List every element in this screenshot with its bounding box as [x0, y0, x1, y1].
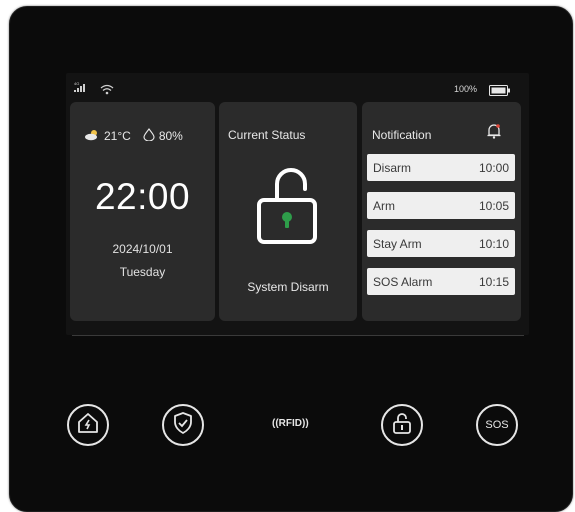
notification-item[interactable]: Arm 10:05	[367, 192, 515, 219]
notification-event: SOS Alarm	[373, 274, 433, 289]
notification-time: 10:15	[478, 274, 509, 289]
humidity: 80%	[158, 129, 183, 143]
sos-icon: SOS	[485, 419, 509, 431]
notification-title: Notification	[372, 128, 432, 142]
home-arm-button[interactable]	[67, 404, 109, 446]
network-type: 4G	[74, 81, 79, 86]
notification-card: Notification Disarm 10:00 Arm 10:05 Stay…	[362, 102, 521, 321]
status-card: Current Status System Disarm	[219, 102, 357, 321]
notification-event: Stay Arm	[373, 236, 422, 251]
notification-item[interactable]: Stay Arm 10:10	[367, 230, 515, 257]
unlock-icon	[255, 160, 321, 251]
temperature: 21°C	[104, 129, 131, 143]
notification-item[interactable]: SOS Alarm 10:15	[367, 268, 515, 295]
unlock-button-icon	[390, 411, 414, 440]
screen-divider	[72, 335, 524, 336]
battery-icon	[489, 83, 511, 101]
signal-icon: 4G	[74, 80, 88, 98]
weekday-display: Tuesday	[119, 265, 166, 279]
bell-icon[interactable]	[487, 123, 501, 144]
status-bar: 4G 100%	[66, 78, 529, 100]
system-status-text: System Disarm	[247, 280, 329, 294]
sos-button[interactable]: SOS	[476, 404, 518, 446]
shield-check-icon	[171, 411, 195, 440]
time-display: 22:00	[94, 176, 191, 217]
humidity-icon	[143, 128, 155, 144]
notification-time: 10:05	[478, 198, 509, 213]
date-display: 2024/10/01	[112, 242, 173, 256]
notification-event: Arm	[373, 198, 395, 213]
rfid-icon: ((RFID))	[272, 418, 309, 429]
status-card-title: Current Status	[228, 128, 306, 142]
notification-event: Disarm	[373, 160, 411, 175]
notification-item[interactable]: Disarm 10:00	[367, 154, 515, 181]
wifi-icon	[100, 82, 114, 100]
clock-card: 21°C 80% 22:00 2024/10/01 Tuesday	[70, 102, 215, 321]
cloud-sun-icon	[84, 129, 100, 144]
home-button-icon	[76, 411, 100, 440]
notification-time: 10:00	[478, 160, 509, 175]
arm-shield-button[interactable]	[162, 404, 204, 446]
weather-row: 21°C 80%	[84, 128, 187, 144]
disarm-button[interactable]	[381, 404, 423, 446]
battery-percent: 100%	[453, 84, 477, 94]
notification-time: 10:10	[478, 236, 509, 251]
